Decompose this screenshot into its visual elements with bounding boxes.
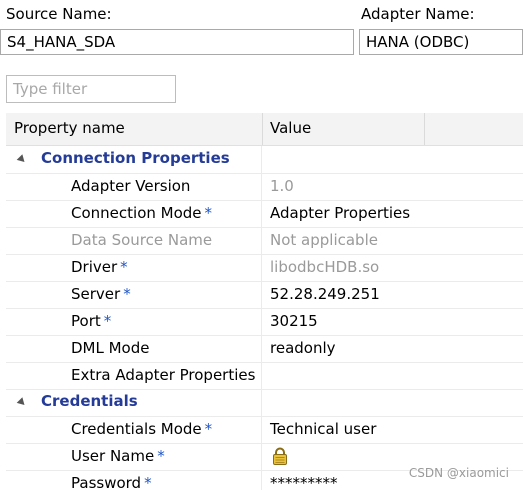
property-name: Driver * xyxy=(71,258,128,276)
expand-triangle-icon[interactable] xyxy=(16,397,28,408)
lock-icon[interactable] xyxy=(272,447,288,465)
property-value: libodbcHDB.so xyxy=(270,258,380,276)
column-divider[interactable] xyxy=(424,113,425,145)
category-row-connection-properties[interactable]: Connection Properties xyxy=(6,146,523,174)
property-value: Not applicable xyxy=(270,231,378,249)
table-row[interactable]: Server * 52.28.249.251 xyxy=(6,281,523,309)
category-row-credentials[interactable]: Credentials xyxy=(6,389,523,417)
required-asterisk: * xyxy=(120,258,128,276)
table-row[interactable]: Connection Mode * Adapter Properties xyxy=(6,200,523,228)
property-name: Port * xyxy=(71,312,112,330)
column-divider[interactable] xyxy=(262,113,263,145)
table-header: Property name Value xyxy=(6,113,523,146)
required-asterisk: * xyxy=(204,420,213,438)
source-name-label: Source Name: xyxy=(6,5,112,23)
property-name: Password * xyxy=(71,474,152,490)
table-row[interactable]: DML Mode readonly xyxy=(6,335,523,363)
property-value[interactable]: 52.28.249.251 xyxy=(270,285,380,303)
required-asterisk: * xyxy=(103,312,112,330)
property-value[interactable]: readonly xyxy=(270,339,336,357)
table-row[interactable]: Data Source Name Not applicable xyxy=(6,227,523,255)
property-name: User Name * xyxy=(71,447,165,465)
source-name-field[interactable]: S4_HANA_SDA xyxy=(0,29,354,55)
required-asterisk: * xyxy=(157,447,165,465)
table-row[interactable]: Port * 30215 xyxy=(6,308,523,336)
watermark-text: CSDN @xiaomici xyxy=(408,466,509,480)
type-filter-input[interactable]: Type filter xyxy=(6,75,176,103)
property-name: Connection Mode * xyxy=(71,204,213,222)
category-label: Connection Properties xyxy=(41,149,230,167)
property-value[interactable]: Adapter Properties xyxy=(270,204,410,222)
property-name: DML Mode xyxy=(71,339,150,357)
required-asterisk: * xyxy=(204,204,213,222)
column-header-property-name[interactable]: Property name xyxy=(14,119,125,137)
properties-table: Property name Value Connection Propertie… xyxy=(0,113,523,490)
property-name: Data Source Name xyxy=(71,231,213,249)
table-row[interactable]: Adapter Version 1.0 xyxy=(6,173,523,201)
property-name: Server * xyxy=(71,285,131,303)
adapter-name-field[interactable]: HANA (ODBC) xyxy=(359,29,523,55)
property-name: Adapter Version xyxy=(71,177,191,195)
table-row[interactable]: Extra Adapter Properties xyxy=(6,362,523,390)
category-label: Credentials xyxy=(41,392,138,410)
table-row[interactable]: Driver * libodbcHDB.so xyxy=(6,254,523,282)
required-asterisk: * xyxy=(123,285,131,303)
property-value[interactable]: ********* xyxy=(270,474,338,490)
property-value: 1.0 xyxy=(270,177,294,195)
property-value[interactable]: Technical user xyxy=(270,420,376,438)
column-header-value[interactable]: Value xyxy=(270,119,311,137)
property-name: Extra Adapter Properties xyxy=(71,366,256,384)
property-name: Credentials Mode * xyxy=(71,420,213,438)
adapter-name-label: Adapter Name: xyxy=(361,5,475,23)
property-value[interactable]: 30215 xyxy=(270,312,318,330)
required-asterisk: * xyxy=(144,474,152,490)
table-row[interactable]: Credentials Mode * Technical user xyxy=(6,416,523,444)
expand-triangle-icon[interactable] xyxy=(16,154,28,165)
